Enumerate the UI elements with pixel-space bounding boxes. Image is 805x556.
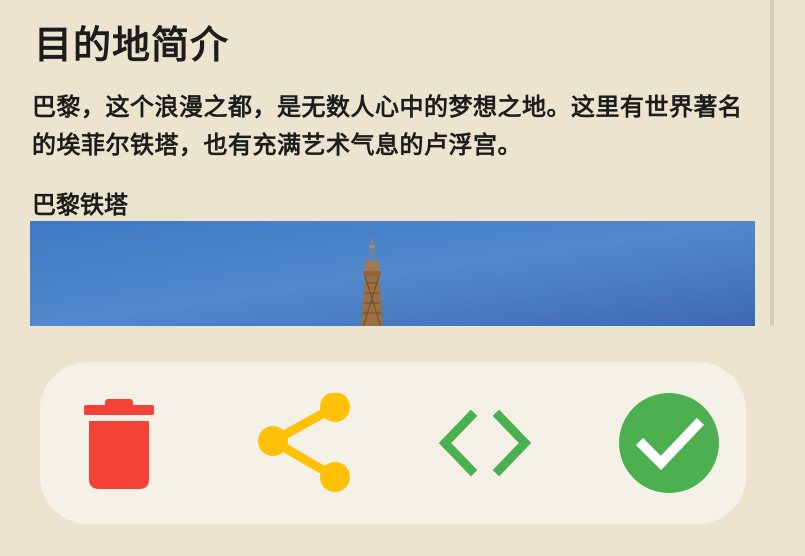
bottom-action-bar: delete share c bbox=[40, 362, 746, 524]
check-circle-icon bbox=[617, 391, 721, 495]
destination-content[interactable]: 目的地简介 巴黎，这个浪漫之都，是无数人心中的梦想之地。这里有世界著名的埃菲尔铁… bbox=[0, 0, 805, 326]
code-button[interactable]: code bbox=[430, 388, 540, 498]
eiffel-tower-photo bbox=[30, 221, 755, 326]
trash-icon bbox=[79, 393, 159, 493]
photo-caption-title: 巴黎铁塔 bbox=[32, 191, 128, 219]
app-screen: 目的地简介 巴黎，这个浪漫之都，是无数人心中的梦想之地。这里有世界著名的埃菲尔铁… bbox=[0, 0, 805, 556]
code-icon bbox=[435, 408, 535, 478]
content-scrollbar[interactable] bbox=[770, 0, 774, 326]
confirm-button[interactable]: confirm bbox=[614, 388, 724, 498]
share-button[interactable]: share bbox=[246, 388, 356, 498]
share-icon bbox=[251, 393, 351, 493]
section-title: 目的地简介 bbox=[34, 23, 230, 67]
destination-intro-text: 巴黎，这个浪漫之都，是无数人心中的梦想之地。这里有世界著名的埃菲尔铁塔，也有充满… bbox=[32, 93, 743, 159]
delete-button[interactable]: delete bbox=[64, 388, 174, 498]
